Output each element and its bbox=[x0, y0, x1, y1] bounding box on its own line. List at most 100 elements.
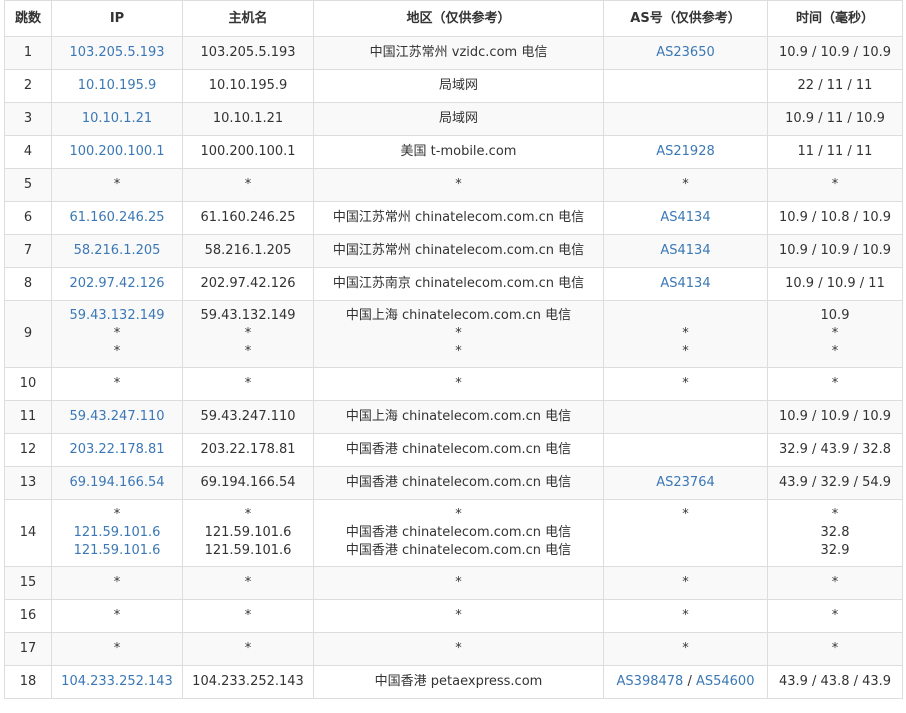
header-asn: AS号（仅供参考） bbox=[603, 0, 768, 37]
hostname-value: * bbox=[244, 608, 252, 623]
asn-link[interactable]: AS21928 bbox=[656, 144, 715, 159]
region-cell: 中国江苏常州 chinatelecom.com.cn 电信 bbox=[313, 234, 604, 268]
region-cell: 中国江苏常州 vzidc.com 电信 bbox=[313, 36, 604, 70]
time-cell: 11 / 11 / 11 bbox=[767, 135, 903, 169]
time-cell: * bbox=[767, 566, 903, 600]
region-value: * bbox=[455, 641, 462, 656]
asn-cell: AS21928 bbox=[603, 135, 768, 169]
region-cell: 中国上海 chinatelecom.com.cn 电信 bbox=[313, 400, 604, 434]
hop-number: 18 bbox=[4, 665, 52, 699]
time-cell: 10.9 / 10.9 / 10.9 bbox=[767, 400, 903, 434]
region-value: * bbox=[455, 177, 462, 192]
hostname-value: 202.97.42.126 bbox=[200, 276, 296, 291]
time-cell: 10.9 / 10.9 / 11 bbox=[767, 267, 903, 301]
asn-link[interactable]: AS4134 bbox=[660, 210, 710, 225]
asn-link[interactable]: AS23650 bbox=[656, 45, 715, 60]
asn-link[interactable]: AS4134 bbox=[660, 276, 710, 291]
table-header-row: 跳数 IP 主机名 地区（仅供参考） AS号（仅供参考） 时间（毫秒） bbox=[4, 0, 903, 37]
ip-value: * bbox=[113, 641, 121, 656]
asn-line: AS4134 bbox=[608, 275, 763, 293]
asn-link[interactable]: AS398478 bbox=[617, 674, 684, 689]
traceroute-table: 跳数 IP 主机名 地区（仅供参考） AS号（仅供参考） 时间（毫秒） 1 103… bbox=[4, 0, 903, 699]
time-cell: 10.9 / 11 / 10.9 bbox=[767, 102, 903, 136]
hostname-value: * bbox=[244, 326, 252, 341]
hop-number: 16 bbox=[4, 599, 52, 633]
region-value: * bbox=[455, 575, 462, 590]
ip-cell: * bbox=[51, 599, 183, 633]
time-value: 32.9 / 43.9 / 32.8 bbox=[778, 442, 892, 457]
table-row: 17 * * * * * bbox=[4, 632, 903, 666]
asn-link[interactable]: AS23764 bbox=[656, 475, 715, 490]
region-cell: 局域网 bbox=[313, 102, 604, 136]
asn-link[interactable]: AS4134 bbox=[660, 243, 710, 258]
asn-line bbox=[608, 524, 763, 542]
region-value: * bbox=[455, 608, 462, 623]
region-value: 中国香港 chinatelecom.com.cn 电信 bbox=[345, 475, 572, 490]
hostname-value: * bbox=[244, 376, 252, 391]
region-cell: 中国香港 chinatelecom.com.cn 电信 bbox=[313, 433, 604, 467]
time-cell: 43.9 / 43.8 / 43.9 bbox=[767, 665, 903, 699]
asn-cell: * bbox=[603, 367, 768, 401]
ip-link[interactable]: 69.194.166.54 bbox=[56, 474, 178, 492]
ip-link[interactable]: 59.43.132.149 bbox=[56, 307, 178, 325]
region-value: * bbox=[455, 507, 462, 522]
time-value: * bbox=[831, 326, 839, 341]
ip-link[interactable]: 121.59.101.6 bbox=[56, 524, 178, 542]
time-value: 10.9 / 10.9 / 11 bbox=[785, 276, 885, 291]
time-value: * bbox=[831, 507, 839, 522]
ip-link[interactable]: 203.22.178.81 bbox=[56, 441, 178, 459]
table-row: 18 104.233.252.143 104.233.252.143 中国香港 pet… bbox=[4, 665, 903, 699]
ip-link[interactable]: 10.10.195.9 bbox=[56, 77, 178, 95]
time-value: * bbox=[831, 641, 839, 656]
hostname-value: 104.233.252.143 bbox=[192, 674, 304, 689]
time-cell: 10.9 * * bbox=[767, 300, 903, 368]
ip-link[interactable]: 103.205.5.193 bbox=[56, 44, 178, 62]
region-cell: 中国江苏常州 chinatelecom.com.cn 电信 bbox=[313, 201, 604, 235]
ip-link[interactable]: 58.216.1.205 bbox=[56, 242, 178, 260]
ip-link[interactable]: 121.59.101.6 bbox=[56, 542, 178, 560]
table-row: 1 103.205.5.193 103.205.5.193 中国江苏常州 vzidc.… bbox=[4, 36, 903, 70]
asn-line: AS4134 bbox=[608, 209, 763, 227]
ip-link[interactable]: 100.200.100.1 bbox=[56, 143, 178, 161]
table-row: 7 58.216.1.205 58.216.1.205 中国江苏常州 chinatel… bbox=[4, 234, 903, 268]
asn-cell: * bbox=[603, 566, 768, 600]
ip-link[interactable]: 10.10.1.21 bbox=[56, 110, 178, 128]
asn-line: AS23650 bbox=[608, 44, 763, 62]
table-row: 15 * * * * * bbox=[4, 566, 903, 600]
ip-link[interactable]: 104.233.252.143 bbox=[56, 673, 178, 691]
asn-link[interactable]: AS54600 bbox=[696, 674, 755, 689]
hop-number: 17 bbox=[4, 632, 52, 666]
hop-number: 10 bbox=[4, 367, 52, 401]
region-cell: * bbox=[313, 599, 604, 633]
asn-cell: * * bbox=[603, 300, 768, 368]
hostname-value: 59.43.132.149 bbox=[200, 308, 296, 323]
region-cell: 中国香港 petaexpress.com bbox=[313, 665, 604, 699]
time-value: 10.9 / 10.8 / 10.9 bbox=[778, 210, 892, 225]
ip-link[interactable]: 202.97.42.126 bbox=[56, 275, 178, 293]
hostname-cell: 100.200.100.1 bbox=[182, 135, 314, 169]
time-value: * bbox=[831, 344, 839, 359]
hostname-value: 203.22.178.81 bbox=[200, 442, 296, 457]
time-value: 43.9 / 32.9 / 54.9 bbox=[778, 475, 892, 490]
hop-number: 1 bbox=[4, 36, 52, 70]
ip-cell: 103.205.5.193 bbox=[51, 36, 183, 70]
hostname-cell: 59.43.247.110 bbox=[182, 400, 314, 434]
table-row: 16 * * * * * bbox=[4, 599, 903, 633]
ip-cell: * 121.59.101.6 121.59.101.6 bbox=[51, 499, 183, 567]
ip-link[interactable]: 61.160.246.25 bbox=[56, 209, 178, 227]
ip-cell: 59.43.247.110 bbox=[51, 400, 183, 434]
hostname-value: * bbox=[244, 575, 252, 590]
time-cell: * bbox=[767, 632, 903, 666]
hostname-value: * bbox=[244, 344, 252, 359]
hop-number: 13 bbox=[4, 466, 52, 500]
hop-number: 15 bbox=[4, 566, 52, 600]
time-value: * bbox=[831, 575, 839, 590]
ip-cell: 100.200.100.1 bbox=[51, 135, 183, 169]
hostname-value: 61.160.246.25 bbox=[200, 210, 296, 225]
hostname-cell: * bbox=[182, 168, 314, 202]
ip-link[interactable]: 59.43.247.110 bbox=[56, 408, 178, 426]
region-value: 中国香港 chinatelecom.com.cn 电信 bbox=[345, 442, 572, 457]
ip-cell: 10.10.195.9 bbox=[51, 69, 183, 103]
hop-number: 11 bbox=[4, 400, 52, 434]
asn-cell: * bbox=[603, 632, 768, 666]
